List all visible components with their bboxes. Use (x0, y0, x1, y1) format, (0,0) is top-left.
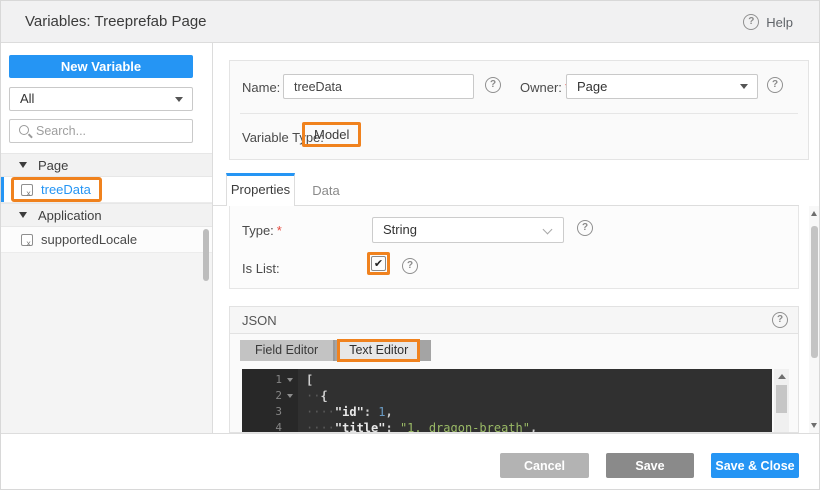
required-marker: * (277, 223, 282, 238)
model-variable-icon: x (21, 184, 33, 196)
line-number: 1 (242, 372, 282, 388)
line-number: 2 (242, 388, 282, 404)
type-select[interactable]: String (372, 217, 564, 243)
collapse-caret-icon[interactable] (19, 162, 27, 168)
tree-group-label: Application (38, 208, 102, 223)
field-editor-tab[interactable]: Field Editor (240, 340, 335, 361)
help-label: Help (766, 15, 793, 30)
name-label: Name:* (242, 80, 288, 95)
tree-group-page[interactable]: Page (1, 153, 212, 177)
sidebar-item-supportedlocale[interactable]: x supportedLocale (1, 227, 212, 253)
line-number: 4 (242, 420, 282, 433)
variable-name-label: treeData (41, 182, 91, 197)
code-text: ····"title": "1. dragon-breath", (306, 420, 537, 433)
owner-selected-value: Page (577, 79, 607, 94)
variables-dialog: Variables: Treeprefab Page ? Help New Va… (0, 0, 820, 490)
tree-group-application[interactable]: Application (1, 203, 212, 227)
variable-summary-panel: Name:* ? Owner:* Page ? Variable Type: M… (229, 60, 809, 160)
editor-scrollbar-thumb[interactable] (776, 385, 787, 413)
fold-caret-icon[interactable] (287, 378, 293, 382)
new-variable-button[interactable]: New Variable (9, 55, 193, 78)
editor-mode-toggle: Field Editor Text Editor (240, 340, 431, 361)
tab-properties[interactable]: Properties (226, 173, 295, 206)
is-list-label: Is List: (242, 261, 280, 276)
text-editor-tab-highlighted[interactable]: Text Editor (337, 339, 420, 362)
tree-group-label: Page (38, 158, 68, 173)
json-panel-header: JSON ? (230, 307, 798, 334)
dropdown-caret-icon (175, 97, 183, 102)
scroll-down-arrow-icon[interactable] (811, 423, 817, 428)
dialog-footer: Cancel Save Save & Close (1, 433, 820, 490)
type-help-icon[interactable]: ? (577, 220, 593, 236)
help-circle-icon: ? (743, 14, 759, 30)
type-selected-value: String (383, 222, 417, 237)
highlight-box: x treeData (11, 177, 102, 202)
code-text: [ (306, 372, 313, 388)
code-line: 4 ····"title": "1. dragon-breath", (242, 420, 772, 433)
search-input[interactable] (36, 121, 188, 141)
is-list-highlight-box: ✔ (367, 252, 390, 275)
code-text: ··{ (306, 388, 328, 404)
variable-filter-select[interactable]: All (9, 87, 193, 111)
owner-select[interactable]: Page (566, 74, 758, 99)
line-number: 3 (242, 404, 282, 420)
save-and-close-button[interactable]: Save & Close (711, 453, 799, 478)
filter-selected-value: All (20, 91, 34, 106)
fold-caret-icon[interactable] (287, 394, 293, 398)
name-input[interactable] (283, 74, 474, 99)
json-panel: JSON ? Field Editor Text Editor 1[2··{3·… (229, 306, 799, 433)
search-icon (19, 125, 29, 135)
properties-panel: Type:* String ? Is List: ✔ ? (229, 206, 799, 289)
chevron-down-icon (543, 225, 553, 235)
owner-label: Owner:* (520, 80, 570, 95)
divider (240, 113, 798, 114)
tab-data[interactable]: Data (295, 176, 357, 206)
dropdown-caret-icon (740, 84, 748, 89)
json-title: JSON (242, 313, 277, 328)
code-line: 3 ····"id": 1, (242, 404, 772, 420)
scroll-up-arrow-icon[interactable] (811, 211, 817, 216)
code-line: 1[ (242, 372, 772, 388)
variable-name-label: supportedLocale (41, 232, 137, 247)
scroll-up-arrow-icon[interactable] (778, 374, 786, 379)
variables-sidebar: New Variable All PagextreeDataApplicatio… (1, 43, 213, 433)
code-lines: 1[2··{3····"id": 1,4····"title": "1. dra… (242, 372, 772, 433)
sidebar-scrollbar-thumb[interactable] (203, 229, 209, 281)
sidebar-item-treedata[interactable]: x treeData (1, 177, 212, 203)
json-code-editor[interactable]: 1[2··{3····"id": 1,4····"title": "1. dra… (242, 369, 772, 433)
json-help-icon[interactable]: ? (772, 312, 788, 328)
type-label: Type:* (242, 223, 282, 238)
model-variable-icon: x (21, 234, 33, 246)
code-text: ····"id": 1, (306, 404, 393, 420)
is-list-help-icon[interactable]: ? (402, 258, 418, 274)
is-list-checkbox[interactable]: ✔ (371, 256, 386, 271)
save-button[interactable]: Save (606, 453, 694, 478)
code-line: 2 ··{ (242, 388, 772, 404)
content-scrollbar[interactable] (809, 206, 820, 433)
help-link[interactable]: ? Help (743, 14, 793, 30)
editor-scrollbar[interactable] (774, 369, 789, 433)
content-scrollbar-thumb[interactable] (811, 226, 818, 358)
owner-help-icon[interactable]: ? (767, 77, 783, 93)
variable-type-value-highlighted: Model (302, 122, 361, 147)
collapse-caret-icon[interactable] (19, 212, 27, 218)
variable-search (9, 119, 193, 143)
page-title: Variables: Treeprefab Page (25, 13, 207, 30)
dialog-header: Variables: Treeprefab Page ? Help (1, 1, 820, 43)
item-content: x supportedLocale (21, 232, 137, 247)
cancel-button[interactable]: Cancel (500, 453, 589, 478)
variables-tree: PagextreeDataApplicationxsupportedLocale (1, 153, 212, 253)
name-help-icon[interactable]: ? (485, 77, 501, 93)
